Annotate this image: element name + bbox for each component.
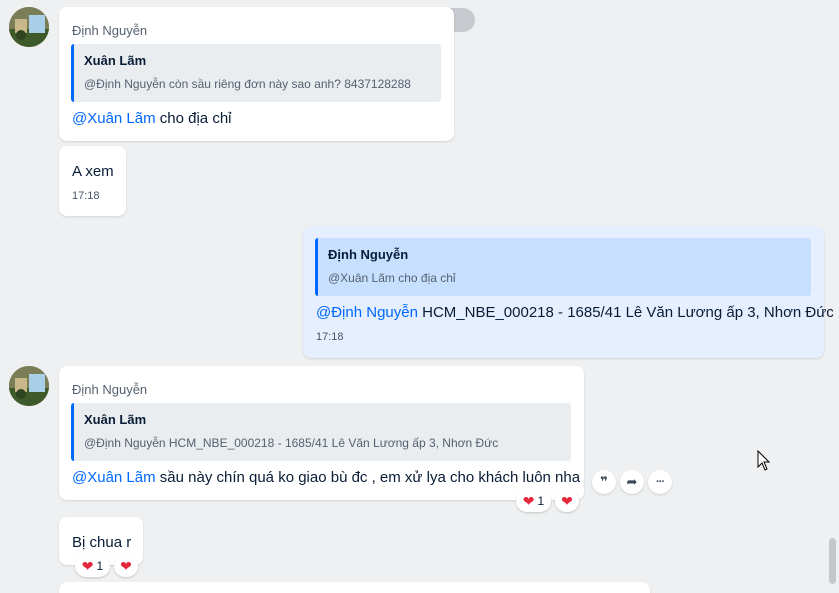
avatar-image-icon xyxy=(9,7,49,47)
quoted-message[interactable]: Định Nguyễn @Xuân Lãm cho địa chỉ xyxy=(315,238,811,296)
quoted-message[interactable]: Xuân Lãm @Định Nguyễn HCM_NBE_000218 - 1… xyxy=(71,403,571,461)
reaction-count[interactable]: ❤ 1 xyxy=(75,555,110,577)
message-bubble[interactable]: Định Nguyễn Xuân Lãm @Định Nguyễn HCM_NB… xyxy=(59,366,584,500)
heart-icon: ❤ xyxy=(561,493,573,509)
avatar[interactable] xyxy=(9,7,49,47)
quote-sender: Định Nguyễn xyxy=(328,247,409,262)
forward-button[interactable]: ➦ xyxy=(620,470,644,494)
scrollbar-thumb[interactable] xyxy=(829,538,836,584)
more-options-button[interactable]: ··· xyxy=(648,470,672,494)
quote-sender: Xuân Lãm xyxy=(84,53,147,68)
sender-name: Định Nguyễn xyxy=(72,382,148,397)
reply-button[interactable]: ❞ xyxy=(592,470,616,494)
message-text: @Xuân Lãm sầu này chín quá ko giao bù đc… xyxy=(72,469,581,486)
avatar[interactable] xyxy=(9,366,49,406)
message-time: 17:18 xyxy=(72,190,100,202)
heart-icon: ❤ xyxy=(120,558,132,574)
message-bubble[interactable]: Định Nguyễn Xuân Lãm @Định Nguyễn còn sầ… xyxy=(59,7,454,141)
mention-link[interactable]: @Định Nguyễn xyxy=(316,304,418,321)
message-bubble-mine[interactable]: Định Nguyễn @Xuân Lãm cho địa chỉ @Định … xyxy=(303,226,834,358)
heart-icon: ❤ xyxy=(522,493,535,509)
sender-name: Định Nguyễn xyxy=(72,23,148,38)
avatar-image-icon xyxy=(9,366,49,406)
message-text: @Xuân Lãm cho địa chỉ xyxy=(72,110,232,127)
quote-text: @Xuân Lãm cho địa chỉ xyxy=(328,271,456,285)
quote-icon: ❞ xyxy=(600,474,608,489)
heart-icon: ❤ xyxy=(81,558,94,574)
quoted-message[interactable]: Xuân Lãm @Định Nguyễn còn sầu riêng đơn … xyxy=(71,44,441,102)
message-bubble[interactable] xyxy=(59,582,650,593)
message-time: 17:18 xyxy=(316,331,344,343)
message-text: A xem xyxy=(72,163,114,180)
message-text: @Định Nguyễn HCM_NBE_000218 - 1685/41 Lê… xyxy=(316,304,834,321)
message-text: Bị chua r xyxy=(72,534,132,551)
forward-icon: ➦ xyxy=(626,474,638,489)
reaction-count-value: 1 xyxy=(96,559,104,573)
mouse-cursor-icon xyxy=(757,449,771,477)
more-icon: ··· xyxy=(656,476,665,488)
mention-link[interactable]: @Xuân Lãm xyxy=(72,110,156,127)
mention-link[interactable]: @Xuân Lãm xyxy=(72,469,156,486)
reaction-count[interactable]: ❤ 1 xyxy=(516,490,551,512)
add-reaction-button[interactable]: ❤ xyxy=(555,490,579,512)
reaction-count-value: 1 xyxy=(537,494,545,508)
quote-sender: Xuân Lãm xyxy=(84,412,147,427)
quote-text: @Định Nguyễn còn sầu riêng đơn này sao a… xyxy=(84,77,411,91)
message-bubble[interactable]: A xem 17:18 xyxy=(59,146,126,216)
add-reaction-button[interactable]: ❤ xyxy=(114,555,138,577)
quote-text: @Định Nguyễn HCM_NBE_000218 - 1685/41 Lê… xyxy=(84,436,499,450)
